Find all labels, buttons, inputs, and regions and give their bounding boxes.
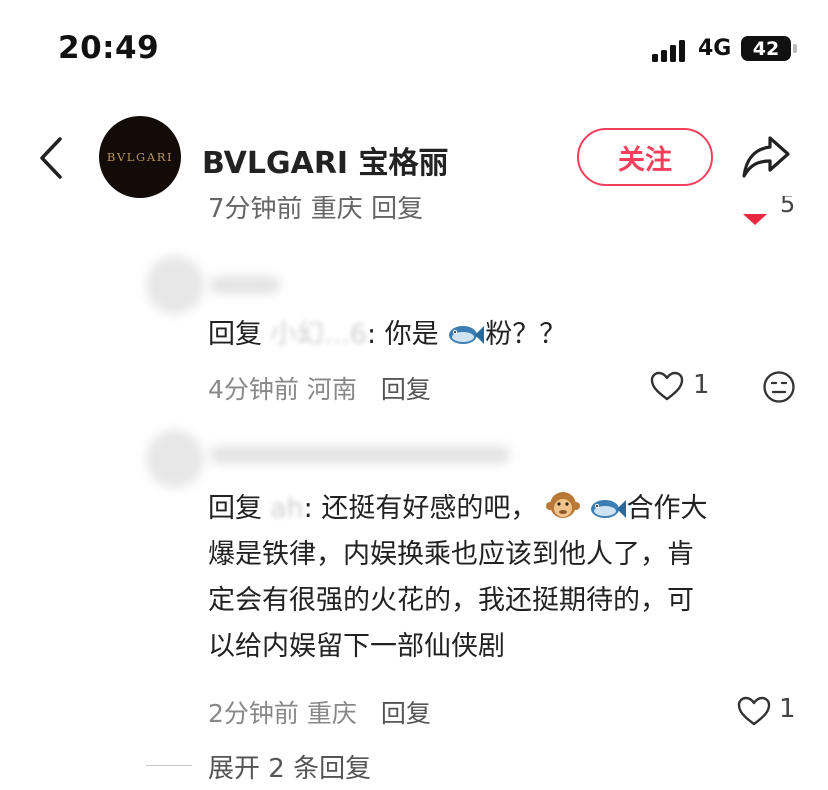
share-icon[interactable] <box>740 132 792 180</box>
commenter-name[interactable] <box>210 276 280 294</box>
like-count: 1 <box>693 370 710 400</box>
fish-emoji <box>449 326 485 344</box>
reply-prefix: 回复 <box>208 493 262 524</box>
battery-cap <box>793 44 797 53</box>
comment-text-part: 粉？？ <box>485 319 567 350</box>
previous-comment-meta: 7分钟前 重庆 回复 5 <box>0 196 828 226</box>
comment-location: 重庆 <box>306 699 357 728</box>
expand-replies-button[interactable]: 展开 2 条回复 <box>208 748 371 785</box>
comment-line: 回复 ah: 还挺有好感的吧， 合作大 <box>208 486 708 532</box>
masked-username[interactable]: ah <box>270 493 304 524</box>
fish-emoji <box>590 500 626 518</box>
comment-text: 回复 小幻...6: 你是 粉？？ <box>208 312 566 358</box>
previous-like-count: 5 <box>780 196 796 218</box>
comment-line: 以给内娱留下一部仙侠剧 <box>208 631 505 662</box>
emoji-reaction-icon[interactable] <box>762 370 796 404</box>
comment-text-part: 合作大 <box>626 493 708 524</box>
comment-time: 2分钟前 <box>208 699 299 728</box>
battery-level: 42 <box>752 37 780 60</box>
comment-location: 河南 <box>306 375 357 404</box>
account-name[interactable]: BVLGARI 宝格丽 <box>202 138 449 182</box>
heart-icon[interactable] <box>737 696 771 726</box>
comment-time: 4分钟前 <box>208 375 299 404</box>
reply-prefix: 回复 <box>208 319 262 350</box>
commenter-avatar[interactable] <box>146 256 204 314</box>
commenter-avatar[interactable] <box>146 430 204 488</box>
divider-line <box>146 765 192 766</box>
network-type: 4G <box>698 36 732 61</box>
status-time: 20:49 <box>58 30 160 66</box>
comment-body: 回复 ah: 还挺有好感的吧， 合作大 爆是铁律，内娱换乘也应该到他人了，肯 定会… <box>208 486 708 670</box>
follow-button[interactable]: 关注 <box>577 128 713 186</box>
comment-text-part: : 你是 <box>366 319 439 350</box>
reply-button[interactable]: 回复 <box>381 375 431 404</box>
cellular-signal-icon <box>652 40 685 62</box>
reply-button[interactable]: 回复 <box>381 699 431 728</box>
liked-heart-icon[interactable] <box>743 214 767 225</box>
account-avatar[interactable]: BVLGARI <box>99 116 181 198</box>
comment-text-part: : 还挺有好感的吧， <box>303 493 538 524</box>
avatar-logo: BVLGARI <box>106 150 174 164</box>
masked-username[interactable]: 小幻...6 <box>270 319 367 350</box>
commenter-name[interactable] <box>210 446 510 464</box>
comment-meta: 2分钟前 重庆 回复 <box>208 694 431 730</box>
comment-meta: 4分钟前 河南 回复 <box>208 370 431 406</box>
comment-line: 定会有很强的火花的，我还挺期待的，可 <box>208 585 694 616</box>
comment-line: 爆是铁律，内娱换乘也应该到他人了，肯 <box>208 539 694 570</box>
battery-icon: 42 <box>741 36 791 61</box>
like-count: 1 <box>779 694 796 724</box>
previous-comment-meta-text: 7分钟前 重庆 回复 <box>208 196 424 224</box>
monkey-emoji <box>545 492 580 518</box>
heart-icon[interactable] <box>650 371 684 401</box>
back-arrow-icon[interactable] <box>38 136 64 180</box>
